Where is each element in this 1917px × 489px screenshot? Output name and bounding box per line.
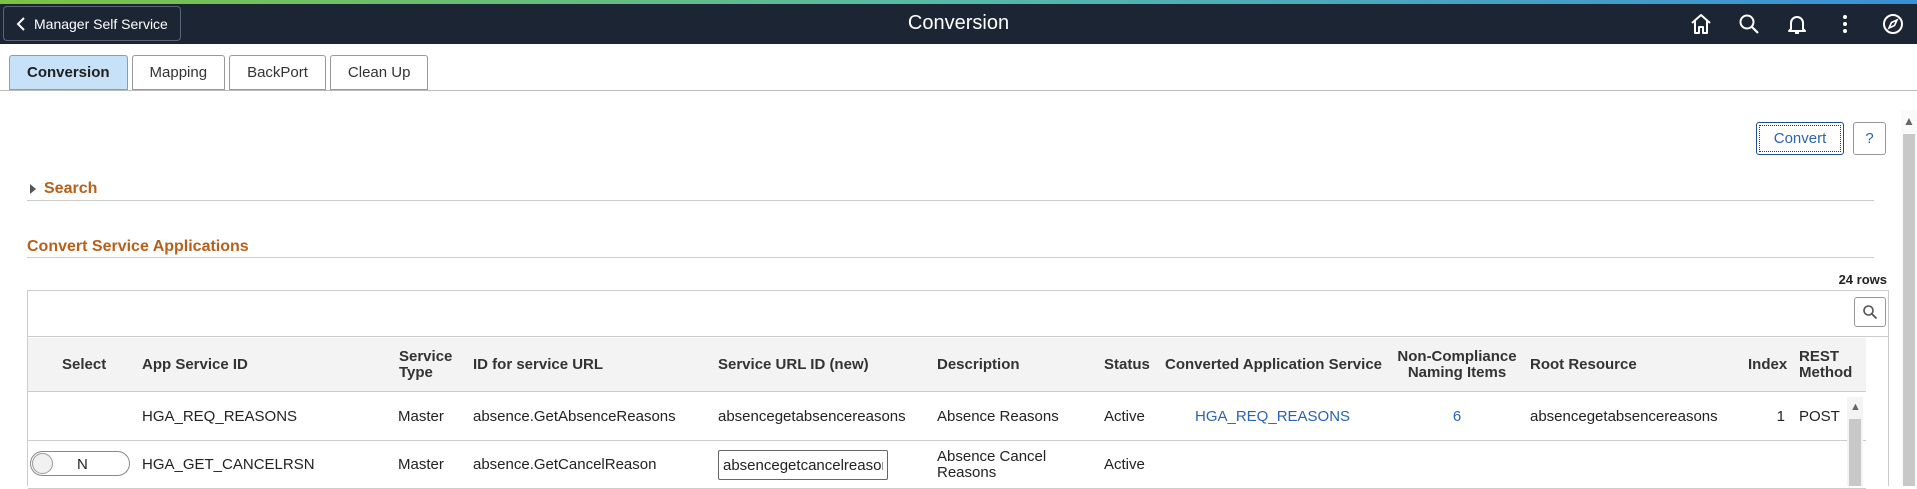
non-compliance-link[interactable]: 6 xyxy=(1394,393,1520,441)
tab-mapping[interactable]: Mapping xyxy=(131,55,226,90)
bell-icon xyxy=(1788,16,1806,34)
column-header-root-resource[interactable]: Root Resource xyxy=(1530,338,1637,392)
divider xyxy=(27,200,1874,201)
search-section-label: Search xyxy=(44,180,98,197)
column-header-select[interactable]: Select xyxy=(62,338,106,392)
column-header-app-service-id[interactable]: App Service ID xyxy=(142,338,248,392)
navbar-icon xyxy=(1883,14,1903,34)
cell-status: Active xyxy=(1104,408,1145,425)
scroll-up-arrow-icon[interactable]: ▲ xyxy=(1903,114,1915,128)
search-button[interactable] xyxy=(1725,4,1773,44)
cell-app-service-id: HGA_GET_CANCELRSN xyxy=(142,456,315,473)
page-scroll-thumb[interactable] xyxy=(1903,134,1915,486)
table-row: N HGA_GET_CANCELRSN Master absence.GetCa… xyxy=(28,441,1866,489)
cell-service-type: Master xyxy=(398,408,444,425)
select-toggle[interactable]: N xyxy=(30,451,130,476)
more-vertical-icon xyxy=(1843,15,1847,33)
notifications-button[interactable] xyxy=(1773,4,1821,44)
grid-body: HGA_REQ_REASONS Master absence.GetAbsenc… xyxy=(28,393,1866,489)
table-row: HGA_REQ_REASONS Master absence.GetAbsenc… xyxy=(28,393,1866,441)
service-applications-grid: Select App Service ID Service Type ID fo… xyxy=(27,290,1889,489)
grid-scroll-thumb[interactable] xyxy=(1849,419,1861,486)
actions-menu-button[interactable] xyxy=(1821,4,1869,44)
grid-header: Select App Service ID Service Type ID fo… xyxy=(28,338,1866,392)
cell-description: Absence Cancel Reasons xyxy=(937,448,1047,481)
divider xyxy=(27,257,1874,258)
row-count: 24 rows xyxy=(1838,272,1887,287)
toggle-knob xyxy=(32,453,53,474)
cell-service-url-id-new: absencegetabsencereasons xyxy=(718,408,906,425)
cell-status: Active xyxy=(1104,456,1145,473)
tab-backport[interactable]: BackPort xyxy=(229,55,326,90)
column-header-description[interactable]: Description xyxy=(937,338,1020,392)
page-title: Conversion xyxy=(907,12,1010,34)
help-button[interactable]: ? xyxy=(1853,122,1886,155)
navbar-button[interactable] xyxy=(1869,4,1917,44)
tab-bar: Conversion Mapping BackPort Clean Up xyxy=(9,55,429,90)
cell-id-for-service-url: absence.GetCancelReason xyxy=(473,456,657,473)
tab-clean-up[interactable]: Clean Up xyxy=(329,55,429,90)
convert-button[interactable]: Convert xyxy=(1756,122,1844,155)
top-banner: Manager Self Service Conversion xyxy=(0,0,1917,44)
home-icon xyxy=(1691,14,1711,34)
banner-accent-stripe xyxy=(0,0,1917,4)
search-section-toggle[interactable]: Search xyxy=(30,180,97,198)
column-header-service-type[interactable]: Service Type xyxy=(399,338,459,392)
service-url-id-input[interactable] xyxy=(718,450,888,480)
tab-divider xyxy=(0,90,1917,91)
scroll-up-arrow-icon[interactable]: ▲ xyxy=(1850,401,1861,413)
toggle-label: N xyxy=(77,456,88,473)
grid-toolbar xyxy=(28,291,1888,337)
column-header-id-for-service-url[interactable]: ID for service URL xyxy=(473,338,603,392)
search-icon xyxy=(1863,305,1878,320)
tab-conversion[interactable]: Conversion xyxy=(9,55,128,90)
converted-app-service-link[interactable]: HGA_REQ_REASONS xyxy=(1195,393,1350,441)
column-header-converted-app-service[interactable]: Converted Application Service xyxy=(1165,338,1382,392)
page-vertical-scrollbar[interactable]: ▲ xyxy=(1901,110,1917,486)
cell-root-resource: absencegetabsencereasons xyxy=(1530,408,1718,425)
grid-vertical-scrollbar[interactable]: ▲ xyxy=(1847,397,1863,486)
column-header-rest-method[interactable]: REST Method xyxy=(1799,338,1859,392)
cell-rest-method: POST xyxy=(1799,408,1840,425)
column-header-status[interactable]: Status xyxy=(1104,338,1150,392)
home-button[interactable] xyxy=(1677,4,1725,44)
section-title: Convert Service Applications xyxy=(27,238,249,255)
column-header-index[interactable]: Index xyxy=(1748,338,1787,392)
column-header-service-url-id-new[interactable]: Service URL ID (new) xyxy=(718,338,869,392)
cell-service-type: Master xyxy=(398,456,444,473)
column-header-non-compliance[interactable]: Non-Compliance Naming Items xyxy=(1394,338,1520,392)
search-icon xyxy=(1739,14,1759,34)
cell-index: 1 xyxy=(1776,408,1785,425)
cell-description: Absence Reasons xyxy=(937,408,1059,425)
grid-search-button[interactable] xyxy=(1854,297,1886,327)
cell-app-service-id: HGA_REQ_REASONS xyxy=(142,408,298,425)
cell-id-for-service-url: absence.GetAbsenceReasons xyxy=(473,408,676,425)
expand-triangle-icon xyxy=(30,184,36,194)
